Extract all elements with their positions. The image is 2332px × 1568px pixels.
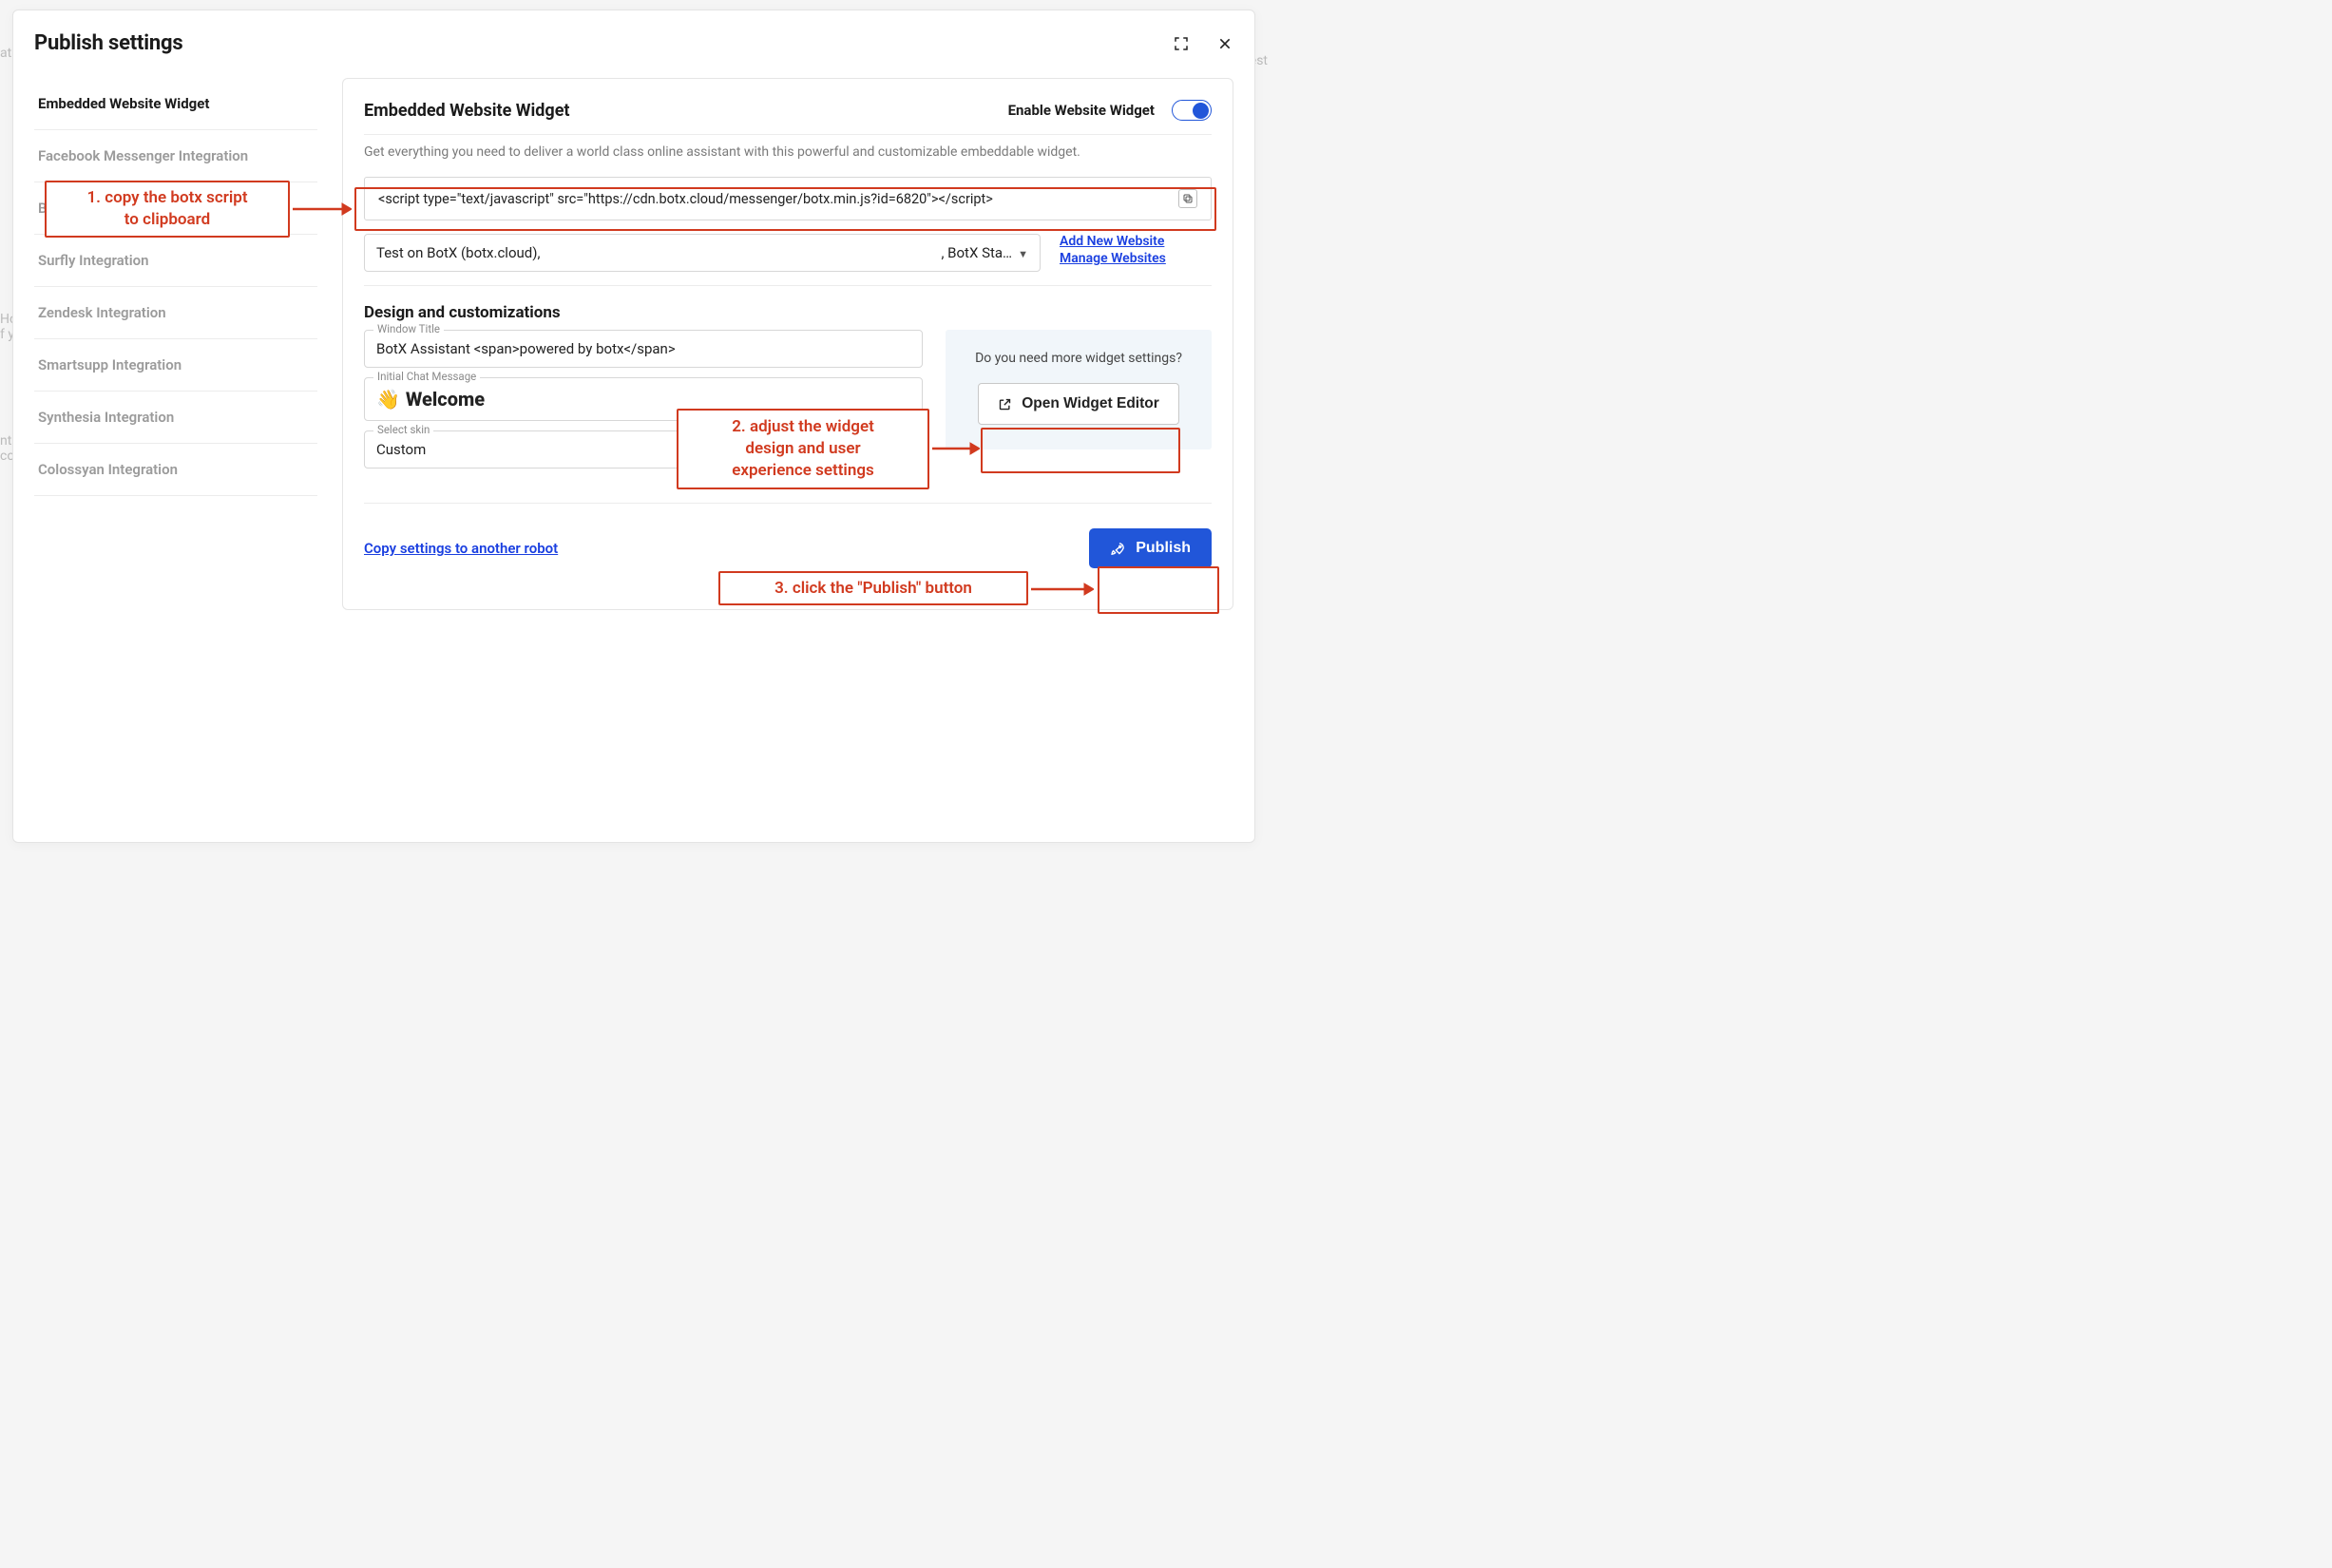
panel-title: Embedded Website Widget (364, 101, 570, 121)
sidebar-item-label: Botmock Integration (38, 200, 168, 217)
initial-chat-message-value: Welcome (406, 388, 485, 411)
publish-button[interactable]: Publish (1089, 528, 1212, 568)
sidebar-item-smartsupp[interactable]: Smartsupp Integration (34, 339, 317, 392)
sidebar-item-label: Zendesk Integration (38, 304, 166, 321)
website-select-value-left: Test on BotX (botx.cloud), (376, 244, 540, 261)
sidebar-item-label: Synthesia Integration (38, 409, 174, 426)
widget-editor-hint: Do you need more widget settings? (963, 351, 1195, 366)
fullscreen-icon[interactable] (1173, 35, 1190, 52)
publish-button-label: Publish (1136, 540, 1191, 557)
copy-icon (1182, 193, 1194, 204)
sidebar-item-label: Surfly Integration (38, 252, 148, 269)
window-title-input[interactable]: BotX Assistant <span>powered by botx</sp… (364, 330, 923, 368)
rocket-icon (1110, 541, 1126, 557)
integrations-sidebar: Embedded Website Widget Facebook Messeng… (34, 78, 317, 496)
sidebar-item-label: Smartsupp Integration (38, 356, 182, 373)
sidebar-item-label: Facebook Messenger Integration (38, 147, 248, 164)
wave-emoji-icon: 👋 (376, 388, 400, 411)
widget-editor-panel: Do you need more widget settings? Open W… (946, 330, 1212, 449)
widget-settings-panel: Embedded Website Widget Enable Website W… (342, 78, 1233, 610)
select-skin-value: Custom (376, 441, 426, 458)
window-title-label: Window Title (373, 322, 444, 335)
panel-description: Get everything you need to deliver a wor… (364, 144, 1212, 160)
open-widget-editor-label: Open Widget Editor (1022, 395, 1159, 412)
design-heading: Design and customizations (364, 303, 1212, 322)
sidebar-item-surfly[interactable]: Surfly Integration (34, 235, 317, 287)
enable-widget-label: Enable Website Widget (1008, 102, 1155, 119)
embed-script-box: <script type="text/javascript" src="http… (364, 177, 1212, 220)
sidebar-item-facebook-messenger[interactable]: Facebook Messenger Integration (34, 130, 317, 182)
window-title-value: BotX Assistant <span>powered by botx</sp… (376, 340, 676, 357)
add-new-website-link[interactable]: Add New Website (1060, 234, 1212, 249)
divider (364, 285, 1212, 286)
modal-header: Publish settings (34, 31, 1233, 55)
chevron-down-icon: ▼ (900, 444, 910, 456)
divider (364, 134, 1212, 135)
copy-settings-link[interactable]: Copy settings to another robot (364, 540, 558, 557)
select-skin-label: Select skin (373, 423, 433, 436)
initial-chat-message-input[interactable]: 👋 Welcome (364, 377, 923, 421)
sidebar-item-label: Embedded Website Widget (38, 95, 209, 112)
chevron-down-icon: ▼ (1018, 248, 1028, 260)
enable-widget-toggle[interactable] (1172, 100, 1212, 121)
website-select-value-right: , BotX Sta… (941, 244, 1012, 261)
sidebar-item-botmock[interactable]: Botmock Integration (34, 182, 317, 235)
sidebar-item-synthesia[interactable]: Synthesia Integration (34, 392, 317, 444)
backdrop-text: at (0, 46, 11, 61)
manage-websites-link[interactable]: Manage Websites (1060, 251, 1212, 266)
close-icon[interactable] (1216, 35, 1233, 52)
publish-settings-modal: Publish settings Embedded Website Widget… (12, 10, 1255, 843)
website-select[interactable]: Test on BotX (botx.cloud), , BotX Sta… ▼ (364, 234, 1041, 272)
external-link-icon (998, 397, 1012, 411)
modal-title: Publish settings (34, 31, 183, 55)
sidebar-item-zendesk[interactable]: Zendesk Integration (34, 287, 317, 339)
copy-script-button[interactable] (1178, 189, 1197, 208)
sidebar-item-colossyan[interactable]: Colossyan Integration (34, 444, 317, 496)
open-widget-editor-button[interactable]: Open Widget Editor (978, 383, 1179, 425)
sidebar-item-label: Colossyan Integration (38, 461, 178, 478)
initial-chat-message-label: Initial Chat Message (373, 370, 480, 383)
select-skin-dropdown[interactable]: Custom ▼ (364, 430, 923, 468)
embed-script-text: <script type="text/javascript" src="http… (378, 191, 993, 207)
sidebar-item-embedded-widget[interactable]: Embedded Website Widget (34, 78, 317, 130)
